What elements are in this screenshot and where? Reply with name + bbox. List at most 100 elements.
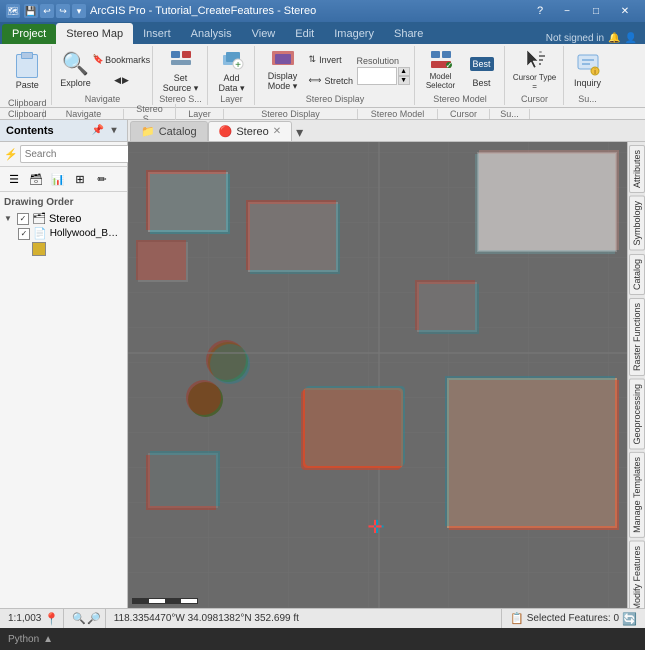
stretch-icon: ⟺ — [309, 75, 322, 86]
list-view-button[interactable]: ☰ — [4, 169, 24, 189]
model-selector-button[interactable]: ✓ Model Selector — [421, 48, 461, 92]
tab-insert[interactable]: Insert — [133, 24, 181, 44]
inquiry-buttons: i Inquiry — [570, 48, 606, 92]
navigate-group-label: Navigate — [85, 94, 121, 104]
set-source-button[interactable]: Set Source ▾ — [159, 48, 203, 92]
invert-button[interactable]: ⇅ Invert — [309, 50, 353, 70]
chart-view-button[interactable]: 📊 — [48, 169, 68, 189]
best-button[interactable]: Best Best — [464, 48, 500, 92]
right-panel: Attributes Symbology Catalog Raster Func… — [627, 142, 645, 608]
right-tab-geoprocessing[interactable]: Geoprocessing — [629, 379, 645, 450]
document-tabs: 📁 Catalog 🔴 Stereo ✕ ▾ — [128, 120, 645, 142]
svg-text:✓: ✓ — [445, 61, 452, 70]
paste-label: Paste — [16, 80, 39, 90]
building-4-cyan — [419, 284, 479, 334]
doc-tab-list-button[interactable]: ▾ — [292, 124, 307, 141]
not-signed-in-label: Not signed in — [546, 33, 604, 44]
navigation-tools[interactable]: 🔍 🔎 — [68, 609, 105, 628]
resolution-up-button[interactable]: ▲ — [398, 67, 410, 76]
zoom-out-icon[interactable]: 🔎 — [87, 612, 101, 625]
database-view-button[interactable]: 🗃 — [26, 169, 46, 189]
navigate-arrows[interactable]: ◀ ▶ — [96, 71, 148, 91]
tab-catalog[interactable]: 📁 Catalog — [130, 121, 208, 141]
grid-view-button[interactable]: ⊞ — [70, 169, 90, 189]
map-and-panel: ✛ Attributes Symbology Catalog Raster Fu… — [128, 142, 645, 608]
main-layout: Contents 📌 ▾ ⚡ 🔍 ☰ 🗃 📊 ⊞ ✏ Drawing Order… — [0, 120, 645, 608]
layer-stereo[interactable]: ▼ 🗂 Stereo — [2, 211, 125, 226]
stereo-check[interactable] — [17, 213, 29, 225]
resolution-input[interactable] — [357, 67, 397, 85]
quick-access-toolbar: 💾 ↩ ↪ ▾ — [24, 4, 86, 18]
customize-icon[interactable]: ▾ — [72, 4, 86, 18]
right-tab-manage-templates[interactable]: Manage Templates — [629, 452, 645, 538]
stretch-button[interactable]: ⟺ Stretch — [309, 71, 353, 91]
python-expand-icon[interactable]: ▲ — [43, 634, 53, 645]
ribbon-group-cursor: = Cursor Type = Cursor — [507, 46, 564, 105]
zoom-in-icon[interactable]: 🔍 — [72, 612, 86, 625]
contents-toolbar: ☰ 🗃 📊 ⊞ ✏ — [0, 167, 127, 192]
building-2-red — [136, 240, 186, 280]
save-icon[interactable]: 💾 — [24, 4, 38, 18]
tab-project[interactable]: Project — [2, 24, 56, 44]
close-button[interactable]: ✕ — [611, 2, 639, 20]
contents-tree: Drawing Order ▼ 🗂 Stereo 📄 Hollywood_Bui… — [0, 192, 127, 608]
right-tab-symbology[interactable]: Symbology — [629, 196, 645, 251]
edit-view-button[interactable]: ✏ — [92, 169, 112, 189]
contents-panel: Contents 📌 ▾ ⚡ 🔍 ☰ 🗃 📊 ⊞ ✏ Drawing Order… — [0, 120, 128, 608]
ribbon-group-stereo-model: ✓ Model Selector Best Best Stereo Model — [417, 46, 505, 105]
stereo-tab-label: Stereo — [236, 126, 268, 138]
tab-edit[interactable]: Edit — [285, 24, 324, 44]
window-title: ArcGIS Pro - Tutorial_CreateFeatures - S… — [90, 5, 316, 17]
pin-icon[interactable]: 📌 — [91, 124, 105, 138]
stereo-source-icon — [169, 47, 193, 71]
undo-icon[interactable]: ↩ — [40, 4, 54, 18]
redo-icon[interactable]: ↪ — [56, 4, 70, 18]
stereo-tab-close-icon[interactable]: ✕ — [273, 126, 281, 137]
tree-1-cyan — [210, 344, 250, 384]
map-cyan-layer — [475, 154, 615, 254]
help-button[interactable]: ? — [531, 2, 549, 20]
add-data-button[interactable]: + Add Data ▾ — [214, 48, 250, 92]
tab-share[interactable]: Share — [384, 24, 433, 44]
layer-hollywood[interactable]: 📄 Hollywood_Buildings_C... — [2, 226, 125, 241]
inquiry-button[interactable]: i Inquiry — [570, 48, 606, 92]
tab-stereo[interactable]: 🔴 Stereo ✕ — [208, 121, 293, 141]
stereo-layer-icon: 🗂 — [32, 212, 46, 225]
bookmarks-label: Bookmarks — [105, 55, 150, 65]
bookmarks-button[interactable]: 🔖 Bookmarks — [96, 50, 148, 70]
resolution-down-button[interactable]: ▼ — [398, 76, 410, 85]
explore-icon: 🔍 — [64, 52, 88, 76]
model-selector-label: Model Selector — [423, 73, 459, 91]
right-tab-modify-features[interactable]: Modify Features — [629, 541, 645, 608]
stereo-model-group-label: Stereo Model — [433, 94, 487, 104]
display-mode-button[interactable]: Display Mode ▾ — [261, 48, 305, 92]
layer-buttons: + Add Data ▾ — [214, 48, 250, 92]
right-tab-catalog[interactable]: Catalog — [629, 254, 645, 295]
explore-button[interactable]: 🔍 Explore — [58, 48, 94, 92]
hollywood-check[interactable] — [18, 228, 30, 240]
sign-in-area[interactable]: Not signed in 🔔 👤 — [540, 33, 643, 44]
contents-title: Contents — [6, 125, 54, 137]
user-icon: 👤 — [625, 33, 637, 44]
lbl-survey: Su... — [490, 109, 530, 119]
right-tab-attributes[interactable]: Attributes — [629, 145, 645, 193]
selected-features-icon: 📋 — [510, 612, 524, 625]
right-tab-raster-functions[interactable]: Raster Functions — [629, 298, 645, 376]
tab-analysis[interactable]: Analysis — [181, 24, 242, 44]
paste-button[interactable]: Paste — [8, 48, 46, 96]
minimize-button[interactable]: − — [553, 2, 581, 20]
invert-icon: ⇅ — [309, 54, 317, 65]
refresh-icon[interactable]: 🔄 — [622, 612, 637, 626]
lbl-layer: Layer — [176, 109, 224, 119]
model-selector-icon: ✓ — [429, 49, 453, 71]
map-view[interactable]: ✛ — [128, 142, 627, 608]
tab-view[interactable]: View — [242, 24, 286, 44]
tab-stereo-map[interactable]: Stereo Map — [56, 23, 133, 44]
maximize-button[interactable]: □ — [582, 2, 610, 20]
panel-menu-icon[interactable]: ▾ — [107, 124, 121, 138]
ribbon-group-stereo-source: Set Source ▾ Stereo S... — [155, 46, 208, 105]
svg-text:+: + — [235, 60, 241, 71]
cursor-type-button[interactable]: = Cursor Type = — [511, 48, 559, 92]
catalog-tab-icon: 📁 — [141, 125, 155, 138]
tab-imagery[interactable]: Imagery — [324, 24, 384, 44]
